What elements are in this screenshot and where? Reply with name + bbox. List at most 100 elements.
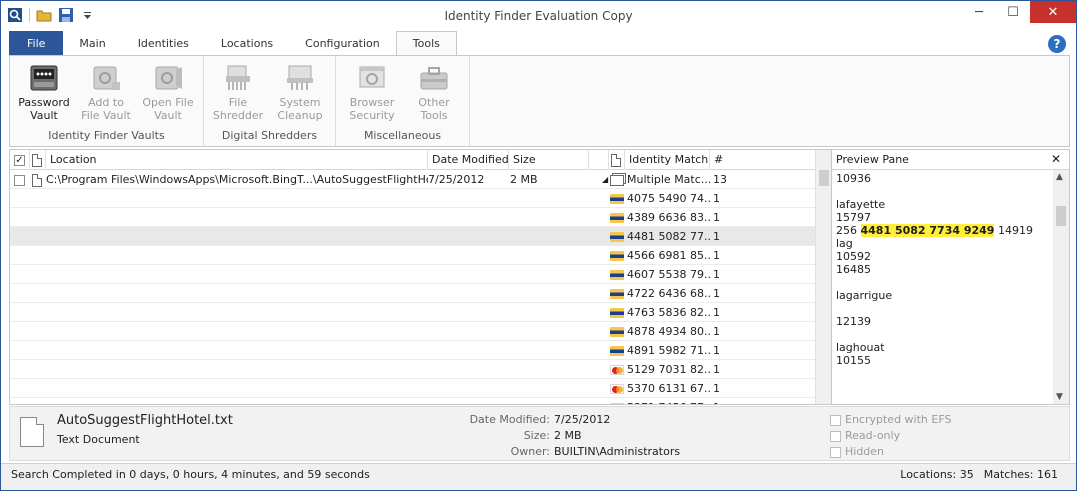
tab-configuration[interactable]: Configuration: [289, 31, 396, 55]
encrypted-efs-label: Encrypted with EFS: [845, 413, 952, 426]
window-title: Identity Finder Evaluation Copy: [444, 9, 633, 23]
ribbon: Password Vault Add to File Vault Open Fi…: [9, 55, 1070, 147]
document-icon: [611, 153, 621, 167]
app-window: Identity Finder Evaluation Copy ─ ☐ ✕ Fi…: [0, 0, 1077, 491]
ribbon-tabs: File Main Identities Locations Configura…: [9, 31, 457, 55]
match-count: 1: [713, 192, 720, 205]
scroll-up-icon[interactable]: ▲: [1056, 172, 1063, 182]
open-file-vault-button[interactable]: Open File Vault: [138, 62, 198, 122]
shredder-icon: [222, 62, 254, 94]
minimize-button[interactable]: ─: [962, 1, 996, 23]
browser-security-button[interactable]: Browser Security: [342, 62, 402, 122]
status-counts: Locations: 35 Matches: 161: [900, 468, 1058, 481]
match-text: 4389 6636 83...: [627, 211, 710, 224]
match-count: 1: [713, 230, 720, 243]
tab-locations[interactable]: Locations: [205, 31, 289, 55]
add-to-file-vault-label: Add to File Vault: [81, 96, 131, 122]
tab-identities[interactable]: Identities: [122, 31, 205, 55]
checkbox-icon: [830, 414, 841, 426]
help-icon[interactable]: ?: [1048, 35, 1066, 53]
close-button[interactable]: ✕: [1030, 1, 1076, 23]
date-modified-label: Date Modified:: [469, 413, 550, 426]
match-cell: 4607 5538 79...: [606, 265, 710, 284]
match-count: 1: [713, 211, 720, 224]
match-row[interactable]: 5371 7456 77...1: [10, 398, 815, 404]
preview-scrollbar-thumb[interactable]: [1056, 206, 1066, 226]
match-row[interactable]: 4566 6981 85... 1: [10, 246, 815, 265]
document-icon: [32, 153, 42, 167]
visa-card-icon: [610, 346, 624, 356]
preview-pane-header: Preview Pane ✕: [832, 150, 1069, 170]
checkbox-icon: [14, 154, 25, 166]
hidden-label: Hidden: [845, 445, 885, 458]
match-text: 4878 4934 80...: [627, 325, 710, 338]
match-cell: 4075 5490 74...: [606, 189, 710, 208]
locations-count: Locations: 35: [900, 468, 974, 481]
preview-pane-title: Preview Pane: [836, 153, 909, 166]
tab-file[interactable]: File: [9, 31, 64, 55]
match-count: 13: [713, 173, 727, 186]
multiple-matches-icon: [610, 174, 624, 186]
checkbox-icon: [830, 446, 841, 458]
preview-text-after: lag 10592 16485 lagarrigue 12139 laghoua…: [836, 237, 893, 367]
details-pane: AutoSuggestFlightHotel.txt Text Document…: [9, 406, 1070, 461]
match-text: 4763 5836 82...: [627, 306, 710, 319]
file-type-column-header[interactable]: [30, 150, 46, 170]
hidden-checkbox[interactable]: Hidden: [830, 445, 884, 458]
match-row[interactable]: 4389 6636 83... 1: [10, 208, 815, 227]
match-text: 5129 7031 82...: [627, 363, 710, 376]
other-tools-button[interactable]: Other Tools: [404, 62, 464, 122]
match-cell: 4722 6436 68...: [606, 284, 710, 303]
count-column-header[interactable]: #: [710, 150, 815, 170]
match-row[interactable]: 4481 5082 77... 1: [10, 227, 815, 246]
match-row[interactable]: 5370 6131 67... 1: [10, 379, 815, 398]
details-file-type: Text Document: [57, 433, 140, 446]
maximize-button[interactable]: ☐: [996, 1, 1030, 23]
match-row[interactable]: 4607 5538 79... 1: [10, 265, 815, 284]
match-text: 5371 7456 77...: [627, 401, 710, 404]
checkbox-icon: [14, 174, 25, 186]
preview-close-icon[interactable]: ✕: [1051, 150, 1061, 169]
match-text: 4607 5538 79...: [627, 268, 710, 281]
results-scrollbar[interactable]: [815, 150, 831, 404]
identity-match-column-header[interactable]: Identity Match: [625, 150, 710, 170]
file-row[interactable]: C:\Program Files\WindowsApps\Microsoft.B…: [10, 170, 815, 189]
match-row[interactable]: 4878 4934 80... 1: [10, 322, 815, 341]
match-row[interactable]: 4075 5490 74... 1: [10, 189, 815, 208]
group-label: Miscellaneous: [363, 129, 442, 142]
visa-card-icon: [610, 194, 624, 204]
text-document-icon: [20, 417, 44, 447]
location-column-header[interactable]: Location: [46, 150, 428, 170]
match-type-column-header[interactable]: [609, 150, 625, 170]
results-grid: Location Date Modified Size Identity Mat…: [10, 150, 815, 404]
match-text: 4722 6436 68...: [627, 287, 710, 300]
match-row[interactable]: 4722 6436 68... 1: [10, 284, 815, 303]
date-modified-column-header[interactable]: Date Modified: [428, 150, 509, 170]
select-all-checkbox[interactable]: [10, 150, 30, 170]
password-vault-label: Password Vault: [18, 96, 70, 122]
encrypted-efs-checkbox[interactable]: Encrypted with EFS: [830, 413, 951, 426]
tab-main[interactable]: Main: [63, 31, 121, 55]
row-checkbox[interactable]: [10, 170, 30, 189]
tab-tools[interactable]: Tools: [395, 31, 457, 55]
match-count: 1: [713, 287, 720, 300]
scrollbar-thumb[interactable]: [819, 170, 829, 186]
password-vault-button[interactable]: Password Vault: [14, 62, 74, 122]
matches-count: Matches: 161: [983, 468, 1058, 481]
match-row[interactable]: 4763 5836 82... 1: [10, 303, 815, 322]
file-shredder-button[interactable]: File Shredder: [208, 62, 268, 122]
add-to-file-vault-button[interactable]: Add to File Vault: [76, 62, 136, 122]
match-cell: 4763 5836 82...: [606, 303, 710, 322]
preview-scrollbar[interactable]: ▲ ▼: [1053, 170, 1069, 404]
match-text: 4481 5082 77...: [627, 230, 710, 243]
size-column-header[interactable]: Size: [509, 150, 589, 170]
match-cell: 4891 5982 71...: [606, 341, 710, 360]
match-row[interactable]: 5129 7031 82... 1: [10, 360, 815, 379]
match-row[interactable]: 4891 5982 71... 1: [10, 341, 815, 360]
match-count: 1: [713, 249, 720, 262]
read-only-checkbox[interactable]: Read-only: [830, 429, 900, 442]
match-count: 1: [713, 363, 720, 376]
group-digital-shredders: File Shredder System Cleanup Digital Shr…: [204, 56, 336, 146]
scroll-down-icon[interactable]: ▼: [1056, 392, 1063, 402]
system-cleanup-button[interactable]: System Cleanup: [270, 62, 330, 122]
